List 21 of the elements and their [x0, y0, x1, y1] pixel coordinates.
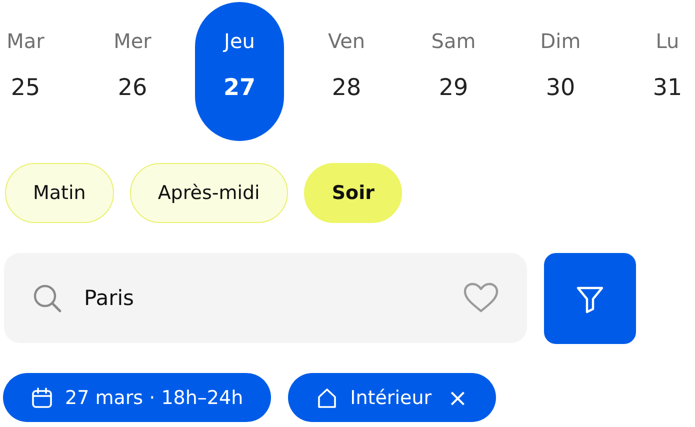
- heart-icon[interactable]: [463, 282, 499, 314]
- search-input[interactable]: Paris: [82, 285, 443, 311]
- tag-label: Intérieur: [350, 386, 432, 408]
- period-chip[interactable]: Soir: [304, 163, 402, 223]
- period-chip[interactable]: Matin: [5, 163, 114, 223]
- filter-tag[interactable]: Intérieur ×: [288, 373, 496, 422]
- day-button[interactable]: Lu 31: [623, 2, 695, 141]
- day-button[interactable]: Jeu 27: [195, 2, 284, 141]
- close-button[interactable]: ×: [448, 386, 468, 410]
- day-button[interactable]: Mer 26: [88, 2, 177, 141]
- filter-tag[interactable]: 27 mars · 18h–24h: [3, 373, 272, 422]
- filter-button[interactable]: [544, 253, 636, 344]
- period-chip[interactable]: Après-midi: [130, 163, 288, 223]
- house-icon: [316, 386, 338, 408]
- day-button[interactable]: Sam 29: [409, 2, 498, 141]
- day-button[interactable]: Dim 30: [516, 2, 605, 141]
- tag-label: 27 mars · 18h–24h: [65, 386, 244, 408]
- day-button[interactable]: Ven 28: [302, 2, 391, 141]
- calendar-icon: [31, 386, 53, 408]
- day-button[interactable]: Mar 25: [0, 2, 70, 141]
- search-icon: [32, 283, 62, 313]
